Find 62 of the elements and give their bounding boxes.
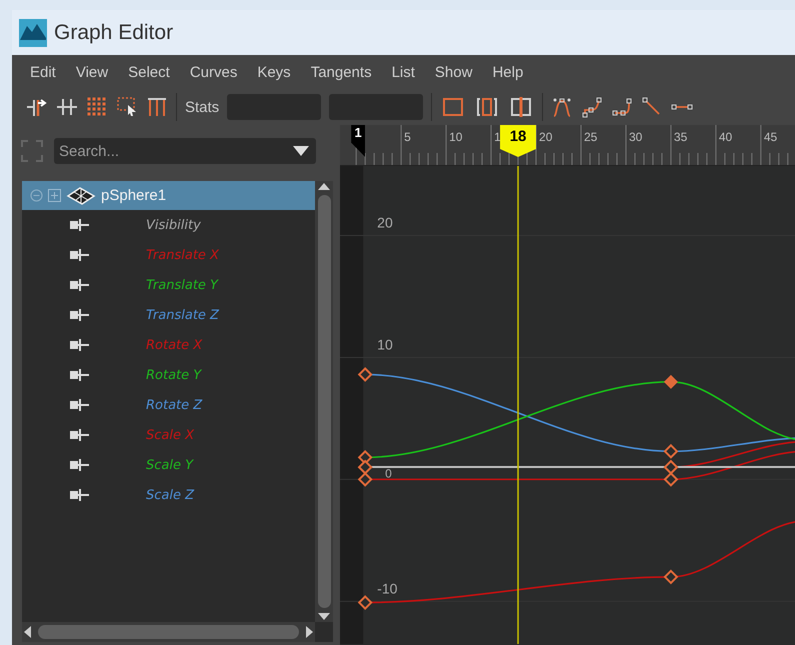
- stats-field[interactable]: [227, 94, 322, 120]
- plug-icon: [70, 249, 90, 261]
- menu-item[interactable]: Tangents: [300, 64, 382, 80]
- window-title: Graph Editor: [54, 20, 174, 44]
- ruler-label: 40: [718, 130, 732, 144]
- ruler-label: 35: [674, 130, 688, 144]
- ruler-label: 5: [404, 130, 411, 144]
- auto-tangent-icon[interactable]: [551, 96, 574, 118]
- animation-curves-drawing[interactable]: [358, 367, 795, 610]
- stats-field[interactable]: [329, 94, 424, 120]
- value-axis-label: 0: [385, 466, 392, 480]
- ruler-label: 25: [584, 130, 598, 144]
- plug-icon: [70, 369, 90, 381]
- stats-label: Stats: [185, 98, 220, 116]
- search-field[interactable]: Search...: [54, 138, 316, 164]
- value-axis-label: 20: [377, 214, 393, 230]
- app-logo-icon: [18, 18, 48, 48]
- mesh-icon: [66, 186, 96, 206]
- dropdown-caret-icon[interactable]: [293, 146, 309, 156]
- plug-icon: [70, 279, 90, 291]
- menu-item[interactable]: Curves: [180, 64, 248, 80]
- menu-item[interactable]: Select: [118, 64, 180, 80]
- scroll-down-arrow-icon[interactable]: [317, 612, 331, 622]
- scroll-right-arrow-icon[interactable]: [303, 625, 315, 639]
- start-frame-marker[interactable]: 1: [351, 125, 366, 157]
- scroll-left-arrow-icon[interactable]: [22, 625, 34, 639]
- plug-icon: [70, 489, 90, 501]
- region-select-icon[interactable]: [116, 96, 138, 118]
- channel-label[interactable]: Scale Z: [146, 488, 194, 502]
- channel-label[interactable]: Rotate Y: [146, 368, 202, 382]
- plug-icon: [70, 399, 90, 411]
- spline-tangent-icon[interactable]: [581, 96, 604, 118]
- menu-item[interactable]: Edit: [20, 64, 66, 80]
- plug-icon: [70, 339, 90, 351]
- value-axis-label: -10: [377, 580, 398, 596]
- key-scale-icon[interactable]: [56, 96, 78, 118]
- plug-icon: [70, 219, 90, 231]
- menu-item[interactable]: List: [382, 64, 425, 80]
- plug-icon: [70, 459, 90, 471]
- channel-label[interactable]: Translate Z: [146, 308, 219, 322]
- value-axis-label: 10: [377, 336, 393, 352]
- ruler-label: 20: [539, 130, 552, 144]
- ruler-label: 10: [449, 130, 462, 144]
- horizontal-scrollbar[interactable]: [22, 622, 315, 642]
- ruler-label: 45: [764, 130, 778, 144]
- clamped-tangent-icon[interactable]: [611, 96, 634, 118]
- channel-label[interactable]: Visibility: [146, 218, 201, 232]
- channel-label[interactable]: Rotate Z: [146, 398, 202, 412]
- channel-label[interactable]: Translate Y: [146, 278, 218, 292]
- vertical-scrollbar[interactable]: [315, 181, 333, 622]
- lattice-icon[interactable]: [86, 96, 108, 118]
- current-frame-marker[interactable]: 18: [500, 125, 536, 157]
- ruler-label: 30: [628, 130, 642, 144]
- menu-item[interactable]: Help: [482, 64, 534, 80]
- plug-icon: [70, 309, 90, 321]
- channel-label[interactable]: Scale Y: [146, 458, 194, 472]
- menu-item[interactable]: View: [66, 64, 118, 80]
- frame-bars-icon[interactable]: [146, 96, 168, 118]
- menu-item[interactable]: Keys: [247, 64, 301, 80]
- plug-icon: [70, 429, 90, 441]
- menu-item[interactable]: Show: [424, 64, 482, 80]
- scroll-up-arrow-icon[interactable]: [317, 181, 331, 191]
